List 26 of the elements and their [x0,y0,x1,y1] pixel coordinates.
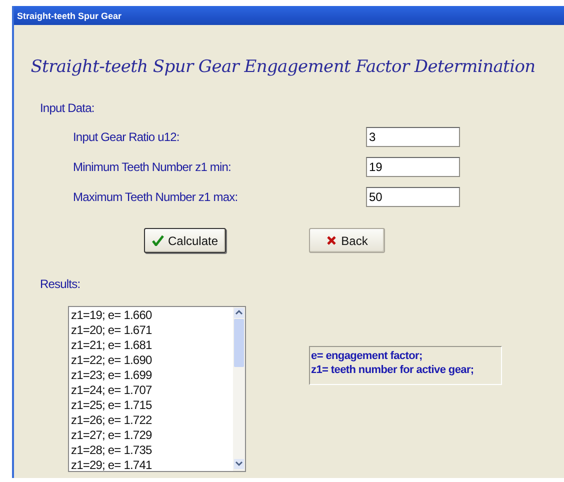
list-item[interactable]: z1=26; e= 1.722 [71,413,233,428]
list-item[interactable]: z1=27; e= 1.729 [71,428,233,443]
section-label: Results: [40,277,80,291]
field-label: Maximum Teeth Number z1 max: [73,190,239,204]
field-label: Input Gear Ratio u12: [73,130,180,144]
list-item[interactable]: z1=28; e= 1.735 [71,443,233,458]
results-list[interactable]: z1=19; e= 1.660 z1=20; e= 1.671 z1=21; e= 1.681 z1=22; e= 1.690 z1=23; e= 1.699 z1=24; e= 1.707 z1=25; e= 1.715 z1=26; e= 1.722 z1=27; e= 1.729 z1=28; e= 1.735 z1=29; e= 1.741 [68,306,246,472]
list-item[interactable]: z1=23; e= 1.699 [71,368,233,383]
input-field[interactable]: 3 [366,127,460,147]
form-heading: Straight-teeth Spur Gear Engagement Factor Determination [30,57,536,77]
list-item[interactable]: z1=25; e= 1.715 [71,398,233,413]
list-item[interactable]: z1=24; e= 1.707 [71,383,233,398]
legend-text: e= engagement factor; [311,349,424,363]
list-item[interactable]: z1=20; e= 1.671 [71,323,233,338]
list-item[interactable]: z1=29; e= 1.741 [71,458,233,471]
calculate-button[interactable]: Calculate [144,228,226,253]
input-field[interactable]: 50 [366,187,460,207]
window-title: Straight-teeth Spur Gear [17,10,122,20]
list-item[interactable]: z1=21; e= 1.681 [71,338,233,353]
back-button[interactable]: Back [309,228,385,253]
input-field[interactable]: 19 [366,157,460,177]
section-label: Input Data: [40,101,94,115]
field-label: Minimum Teeth Number z1 min: [73,160,232,174]
legend-text: z1= teeth number for active gear; [311,363,475,377]
list-item[interactable]: z1=22; e= 1.690 [71,353,233,368]
list-item[interactable]: z1=19; e= 1.660 [71,308,233,323]
